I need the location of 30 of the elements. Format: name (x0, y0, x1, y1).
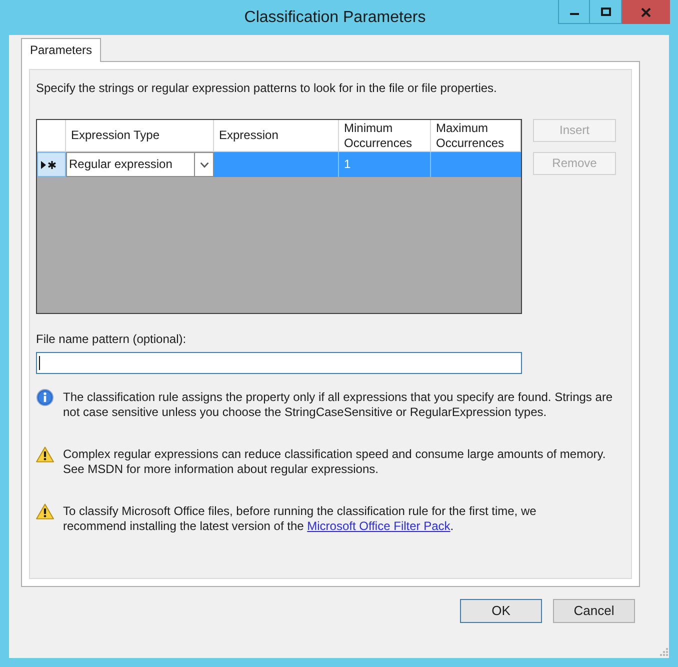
note-text: Complex regular expressions can reduce classification speed and consume large amounts of memory. See MSDN for more information about regular expressions. (63, 447, 607, 477)
warning-icon (36, 446, 54, 463)
column-header[interactable]: Expression (214, 120, 339, 151)
window-title: Classification Parameters (244, 8, 426, 28)
note-text: To classify Microsoft Office files, before running the classification rule for the first time, we recommend installing the latest version of the Microsoft Office Filter Pack. (63, 504, 538, 534)
table-cell: 1 (339, 152, 431, 177)
row-header[interactable] (37, 152, 66, 177)
column-header[interactable]: Maximum Occurrences (431, 120, 521, 151)
close-icon (641, 8, 651, 16)
chevron-down-icon (200, 162, 208, 168)
column-header[interactable]: Expression Type (66, 120, 214, 151)
text-cursor-icon (39, 356, 40, 370)
resize-grip-icon[interactable] (660, 648, 668, 656)
cancel-button[interactable]: Cancel (553, 599, 635, 623)
note-text: The classification rule assigns the property only if all expressions that you specify are found. Strings are not case sensitive unless you choose the StringCaseSensitive or RegularExpression types. (63, 390, 614, 420)
parameters-tab[interactable]: Parameters (21, 38, 102, 62)
minimize-icon (570, 13, 578, 15)
ok-button[interactable]: OK (460, 599, 542, 623)
file-name-pattern-label: File name pattern (optional): (36, 332, 188, 347)
table-row[interactable]: Regular expression 1 (37, 152, 521, 177)
column-header[interactable]: Minimum Occurrences (339, 120, 431, 151)
filter-pack-link[interactable]: Microsoft Office Filter Pack (307, 519, 450, 533)
warning-icon (36, 503, 54, 520)
file-name-pattern-field[interactable] (36, 352, 522, 374)
expression-type-combo[interactable]: Regular expression (66, 152, 214, 177)
maximize-icon (600, 7, 610, 16)
info-icon (36, 389, 54, 406)
description-text: Specify the strings or regular expression patterns to look for in the file or file properties. (36, 81, 498, 96)
minimize-button[interactable] (558, 0, 590, 24)
close-button[interactable] (622, 0, 670, 24)
